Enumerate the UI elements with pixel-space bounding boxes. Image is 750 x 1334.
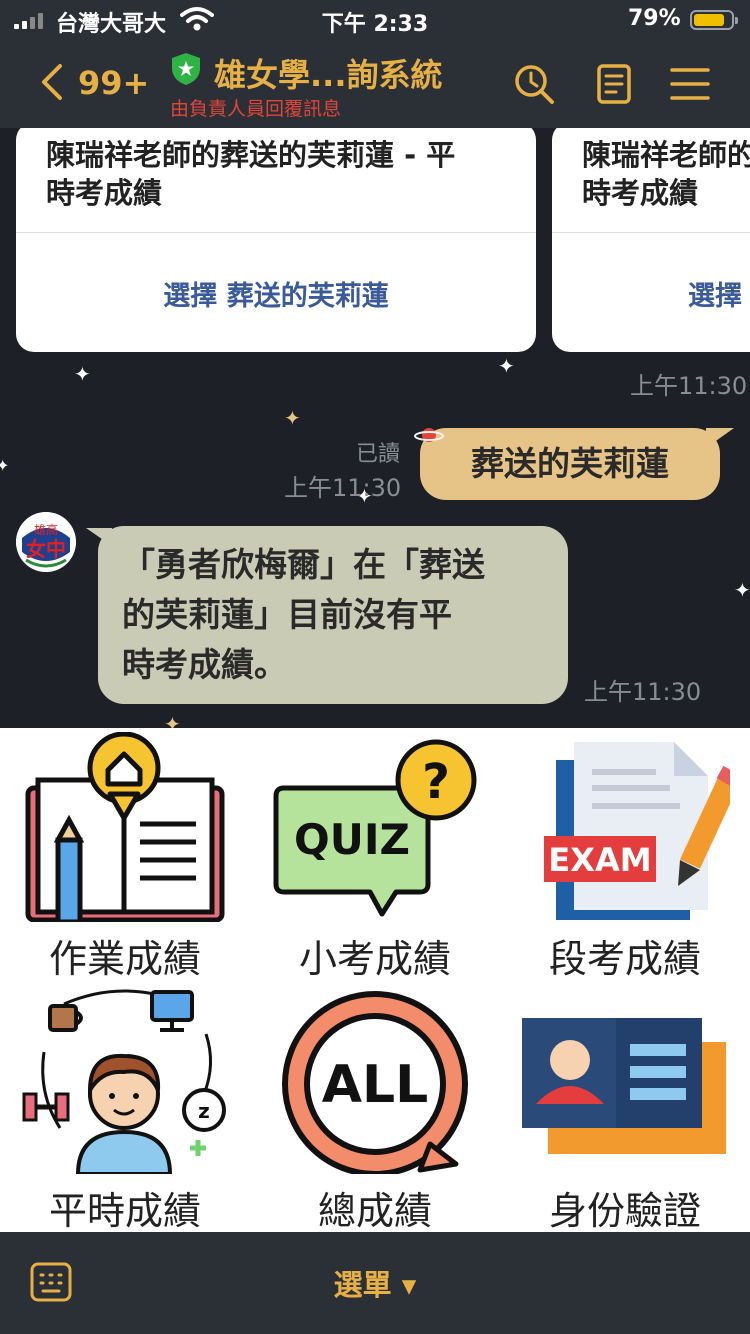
menu-identity-verify[interactable]: 身份驗證 (500, 980, 750, 1233)
bottom-bar: 選單 ▾ (0, 1232, 750, 1334)
svg-text:?: ? (422, 754, 450, 810)
menu-quiz-grades[interactable]: QUIZ ? 小考成績 (250, 728, 500, 981)
search-icon[interactable] (512, 62, 556, 106)
outgoing-message[interactable]: 葬送的芙莉蓮 (420, 428, 734, 500)
menu-label: 身份驗證 (548, 1189, 701, 1233)
exam-paper-icon: EXAM (544, 742, 730, 920)
menu-label: 小考成績 (298, 937, 451, 981)
menu-total-grades[interactable]: ALL 總成績 (250, 980, 500, 1233)
chat-subtitle: 由負責人員回覆訊息 (170, 98, 342, 120)
chat-area[interactable]: ✦ ✦ ✦ ✦ ✦ ✦ ✦ 陳瑞祥老師的葬送的芙莉蓮 - 平 時考成績 選擇 葬… (0, 128, 750, 728)
chat-title[interactable]: 雄女學...詢系統 (214, 50, 442, 96)
menu-exam-grades[interactable]: EXAM 段考成績 (500, 728, 750, 981)
chat-header: 99+ 雄女學...詢系統 由負責人員回覆訊息 (0, 40, 750, 128)
svg-text:z: z (198, 1099, 210, 1123)
status-bar: 台灣大哥大 下午 2:33 79% (0, 0, 750, 40)
back-chevron-icon[interactable] (36, 62, 68, 102)
homework-book-icon (25, 732, 225, 922)
card-select-button[interactable]: 選擇 (688, 274, 742, 313)
rich-menu: 作業成績 QUIZ ? 小考成績 EXAM 段考成績 z 平時成績 ALL 總成… (0, 728, 750, 1233)
card-title: 陳瑞祥老師的葬送的芙莉蓮 - 平 時考成績 (46, 138, 456, 210)
svg-text:女中: 女中 (26, 537, 66, 561)
battery-icon (690, 10, 738, 30)
sparkle-decoration: ✦ (284, 406, 301, 430)
svg-text:雄高: 雄高 (34, 522, 58, 537)
read-receipt: 已讀 (356, 442, 401, 467)
sparkle-decoration: ✦ (734, 578, 750, 602)
carousel-card: 陳瑞祥老師的 時考成績 選擇 (552, 128, 750, 352)
notes-icon[interactable] (592, 62, 636, 106)
quiz-bubble-icon: QUIZ ? (273, 739, 477, 917)
menu-label: 作業成績 (48, 937, 201, 981)
svg-text:EXAM: EXAM (548, 841, 651, 879)
school-logo-avatar[interactable]: 雄高 女中 (16, 512, 76, 572)
sparkle-decoration: ✦ (498, 354, 515, 378)
card-divider (552, 232, 750, 233)
daily-student-icon: z (22, 989, 226, 1174)
svg-text:QUIZ: QUIZ (294, 815, 410, 864)
menu-homework-grades[interactable]: 作業成績 (0, 728, 250, 981)
hamburger-menu-icon[interactable] (668, 62, 712, 106)
verified-shield-icon (172, 53, 200, 85)
sparkle-decoration: ✦ (74, 362, 91, 386)
card-select-button[interactable]: 選擇 葬送的芙莉蓮 (16, 274, 536, 313)
message-timestamp: 上午11:30 (284, 474, 402, 502)
menu-label: 段考成績 (548, 937, 701, 981)
all-cycle-icon: ALL (282, 991, 468, 1174)
id-card-icon (522, 1018, 726, 1154)
menu-label: 總成績 (317, 1189, 432, 1233)
sparkle-decoration: ✦ (0, 456, 10, 475)
menu-label: 平時成績 (48, 1189, 201, 1233)
incoming-message[interactable]: 「勇者欣梅爾」在「葬送 的芙莉蓮」目前沒有平 時考成績。 (86, 526, 568, 704)
unread-count[interactable]: 99+ (78, 64, 149, 102)
carousel-card: 陳瑞祥老師的葬送的芙莉蓮 - 平 時考成績 選擇 葬送的芙莉蓮 (16, 128, 536, 352)
svg-text:ALL: ALL (322, 1055, 429, 1115)
message-timestamp: 上午11:30 (584, 678, 702, 706)
battery-percent: 79% (628, 6, 681, 31)
message-timestamp: 上午11:30 (630, 372, 748, 400)
card-divider (16, 232, 536, 233)
planet-sticker-icon (414, 428, 444, 442)
card-title: 陳瑞祥老師的 時考成績 (582, 138, 750, 210)
menu-daily-grades[interactable]: z 平時成績 (0, 980, 250, 1233)
sparkle-decoration: ✦ (164, 712, 181, 728)
menu-toggle-button[interactable]: 選單 ▾ (0, 1262, 750, 1304)
